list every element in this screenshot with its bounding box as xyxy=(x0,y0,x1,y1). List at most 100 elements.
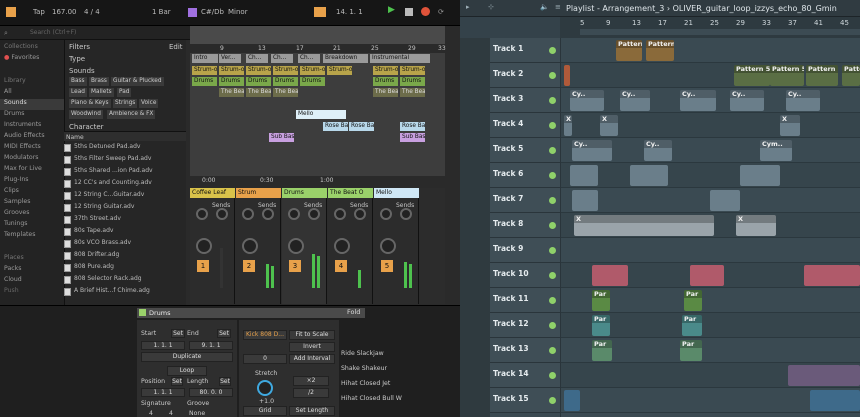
time-signature[interactable]: 4 / 4 xyxy=(84,8,100,16)
add-interval-button[interactable]: Add Interval xyxy=(289,354,335,364)
clip-drums[interactable]: Drums xyxy=(219,77,244,86)
file-item[interactable]: 808 Drifter.adg xyxy=(64,251,119,262)
pattern-clip[interactable]: Cy.. xyxy=(620,90,650,111)
clip-strum[interactable]: Strum-o xyxy=(300,66,325,75)
double-button[interactable]: ×2 xyxy=(293,376,329,386)
pattern-clip[interactable]: X xyxy=(574,215,714,236)
file-item[interactable]: A Brief Hist...f Chime.adg xyxy=(64,287,150,298)
mixer-strip[interactable]: Coffee Leaf Sends 1 xyxy=(190,188,235,304)
track-lane[interactable]: Cy.. Cy.. Cy.. Cy.. Cy.. xyxy=(560,88,860,113)
chip-guitar[interactable]: Guitar & Plucked xyxy=(111,77,164,86)
clip-strum[interactable]: Strum-o xyxy=(273,66,298,75)
pattern-clip[interactable] xyxy=(564,390,580,411)
track-number[interactable]: 1 xyxy=(197,260,209,272)
track-header[interactable]: Track 14 xyxy=(490,363,560,388)
tap-button[interactable]: Tap xyxy=(33,8,45,16)
fit-to-scale-button[interactable]: Fit to Scale xyxy=(289,330,335,340)
track-mute-icon[interactable] xyxy=(549,322,556,329)
clip-strum[interactable]: Strum-o xyxy=(192,66,217,75)
pattern-clip[interactable]: Pattern 5 xyxy=(806,65,838,86)
pattern-clip[interactable] xyxy=(810,390,860,411)
clip-strum[interactable]: Strum-o xyxy=(400,66,425,75)
clip-rose-bass[interactable]: Rose Bas xyxy=(349,122,374,131)
pattern-clip[interactable] xyxy=(630,165,668,186)
track-number[interactable]: 5 xyxy=(381,260,393,272)
file-item[interactable]: 12 CC's and Counting.adv xyxy=(64,179,152,190)
track-lane[interactable]: XXX xyxy=(560,113,860,138)
sidebar-item-plugins[interactable]: Plug-Ins xyxy=(4,176,29,187)
fold-button[interactable]: Fold xyxy=(347,308,360,316)
follow-icon[interactable] xyxy=(314,7,326,17)
chip-mallets[interactable]: Mallets xyxy=(89,88,114,97)
file-item[interactable]: 5ths Shared ...ion Pad.adv xyxy=(64,167,153,178)
snap-icon[interactable]: ⊹ xyxy=(488,3,494,11)
invert-button[interactable]: Invert xyxy=(289,342,335,352)
picker-panel[interactable] xyxy=(460,38,490,417)
pattern-clip[interactable]: Pattern 5 xyxy=(770,65,804,86)
clip-rose-bass[interactable]: Rose Bas xyxy=(400,122,425,131)
track-lane[interactable]: Pattern 3 Pattern 4 xyxy=(560,38,860,63)
track-lane[interactable]: Par Par xyxy=(560,288,860,313)
send-b-knob[interactable] xyxy=(354,208,366,220)
sidebar-item-templates[interactable]: Templates xyxy=(4,231,35,242)
pattern-clip[interactable]: X xyxy=(564,115,572,136)
filter-type[interactable]: Type xyxy=(69,55,85,63)
pattern-clip[interactable]: X xyxy=(780,115,800,136)
file-item[interactable]: 12 String C...Guitar.adv xyxy=(64,191,144,202)
pattern-clip[interactable] xyxy=(740,165,780,186)
pattern-clip[interactable]: Pattern 4 xyxy=(646,40,674,61)
pattern-clip[interactable]: Pattern 5 xyxy=(734,65,770,86)
track-mute-icon[interactable] xyxy=(549,197,556,204)
strip-title[interactable]: The Beat O xyxy=(328,188,373,198)
sample-name[interactable]: Kick 808 D... xyxy=(243,330,287,340)
pan-knob[interactable] xyxy=(288,238,304,254)
send-b-knob[interactable] xyxy=(308,208,320,220)
time-marker-lane[interactable] xyxy=(580,29,860,35)
send-a-knob[interactable] xyxy=(196,208,208,220)
locator-verse[interactable]: Ver... xyxy=(219,54,241,63)
track-lane[interactable]: Par Par xyxy=(560,313,860,338)
track-name[interactable]: Track 14 xyxy=(493,369,529,378)
sidebar-item-all[interactable]: All xyxy=(4,88,12,99)
track-number[interactable]: 4 xyxy=(335,260,347,272)
length-field[interactable]: 80. 0. 0 xyxy=(189,388,233,397)
strip-title[interactable]: Coffee Leaf xyxy=(190,188,235,198)
pattern-clip[interactable] xyxy=(788,365,860,386)
track-lane[interactable]: Pattern 5Pattern 5Pattern 5Pattern 5 xyxy=(560,63,860,88)
pattern-clip[interactable] xyxy=(570,165,598,186)
clip-the-beat[interactable]: The Bea xyxy=(273,88,298,97)
file-item[interactable]: 5ths Filter Sweep Pad.adv xyxy=(64,155,151,166)
track-header[interactable]: Track 15 xyxy=(490,388,560,413)
pan-knob[interactable] xyxy=(334,238,350,254)
clip-drums[interactable]: Drums xyxy=(373,77,398,86)
file-item[interactable]: 808 Selector Rack.adg xyxy=(64,275,142,286)
track-name[interactable]: Track 5 xyxy=(493,144,523,153)
chip-pad[interactable]: Pad xyxy=(117,88,132,97)
time-ruler[interactable]: 0:00 0:30 1:00 xyxy=(190,176,445,186)
files-column-header[interactable]: Name xyxy=(64,131,186,141)
pattern-clip[interactable] xyxy=(690,265,724,286)
file-item[interactable]: 80s Tape.adv xyxy=(64,227,113,238)
track-header[interactable]: Track 7 xyxy=(490,188,560,213)
locator-intro[interactable]: Intro xyxy=(192,54,218,63)
chip-piano[interactable]: Piano & Keys xyxy=(69,99,111,108)
search-input[interactable]: Search (Ctrl+F) xyxy=(30,29,76,36)
track-mute-icon[interactable] xyxy=(549,72,556,79)
send-b-knob[interactable] xyxy=(400,208,412,220)
clip-strum[interactable]: Strum-o xyxy=(373,66,398,75)
track-name[interactable]: Track 13 xyxy=(493,344,529,353)
pattern-clip[interactable]: Par xyxy=(682,315,702,336)
clip-the-beat[interactable]: The Bea xyxy=(246,88,271,97)
locator-chorus-3[interactable]: Ch... xyxy=(298,54,320,63)
clip-drums[interactable]: Drums xyxy=(300,77,325,86)
metronome-icon[interactable] xyxy=(6,7,16,17)
send-a-knob[interactable] xyxy=(380,208,392,220)
track-lane[interactable]: XX xyxy=(560,213,860,238)
track-mute-icon[interactable] xyxy=(549,222,556,229)
position-field[interactable]: 1. 1. 1 xyxy=(141,388,185,397)
sidebar-item-modulators[interactable]: Modulators xyxy=(4,154,38,165)
track-mute-icon[interactable] xyxy=(549,247,556,254)
filter-character[interactable]: Character xyxy=(69,123,104,131)
pattern-clip[interactable]: Par xyxy=(592,290,610,311)
pattern-clip[interactable]: Par xyxy=(592,315,610,336)
